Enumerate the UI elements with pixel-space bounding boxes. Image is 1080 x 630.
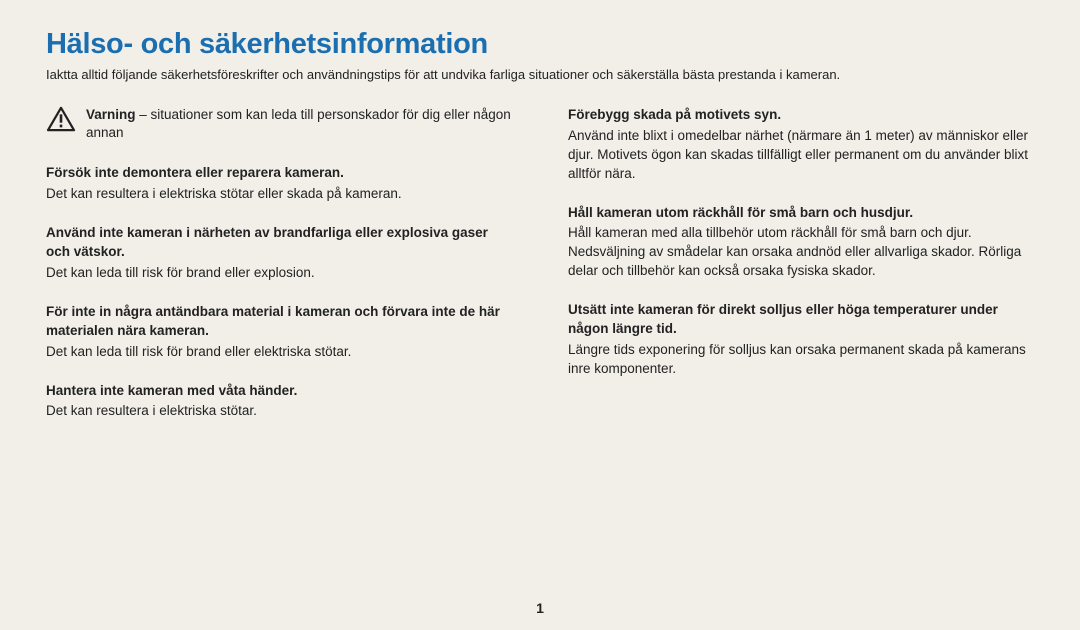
block-body: Längre tids exponering för solljus kan o… <box>568 341 1034 379</box>
block-body: Det kan resultera i elektriska stötar el… <box>46 185 512 204</box>
page-number: 1 <box>0 600 1080 616</box>
left-column: Varning – situationer som kan leda till … <box>46 106 512 441</box>
safety-block: Försök inte demontera eller reparera kam… <box>46 164 512 204</box>
safety-block: För inte in några antändbara material i … <box>46 303 512 362</box>
block-heading: Håll kameran utom räckhåll för små barn … <box>568 204 1034 223</box>
safety-block: Utsätt inte kameran för direkt solljus e… <box>568 301 1034 379</box>
warning-banner: Varning – situationer som kan leda till … <box>46 106 512 142</box>
block-heading: Utsätt inte kameran för direkt solljus e… <box>568 301 1034 339</box>
block-heading: Förebygg skada på motivets syn. <box>568 106 1034 125</box>
safety-block: Håll kameran utom räckhåll för små barn … <box>568 204 1034 282</box>
warning-label: Varning <box>86 107 136 122</box>
block-body: Håll kameran med alla tillbehör utom räc… <box>568 224 1034 281</box>
content-columns: Varning – situationer som kan leda till … <box>46 106 1034 441</box>
warning-triangle-icon <box>46 106 76 132</box>
right-column: Förebygg skada på motivets syn. Använd i… <box>568 106 1034 441</box>
block-heading: För inte in några antändbara material i … <box>46 303 512 341</box>
block-body: Det kan leda till risk för brand eller e… <box>46 264 512 283</box>
block-body: Använd inte blixt i omedelbar närhet (nä… <box>568 127 1034 184</box>
intro-text: Iaktta alltid följande säkerhetsföreskri… <box>46 67 1034 82</box>
safety-block: Använd inte kameran i närheten av brandf… <box>46 224 512 283</box>
safety-block: Hantera inte kameran med våta händer. De… <box>46 382 512 422</box>
warning-text: Varning – situationer som kan leda till … <box>86 106 512 142</box>
block-heading: Hantera inte kameran med våta händer. <box>46 382 512 401</box>
safety-block: Förebygg skada på motivets syn. Använd i… <box>568 106 1034 184</box>
block-body: Det kan resultera i elektriska stötar. <box>46 402 512 421</box>
block-heading: Använd inte kameran i närheten av brandf… <box>46 224 512 262</box>
block-body: Det kan leda till risk för brand eller e… <box>46 343 512 362</box>
block-heading: Försök inte demontera eller reparera kam… <box>46 164 512 183</box>
warning-desc: – situationer som kan leda till personsk… <box>86 107 511 140</box>
page-title: Hälso- och säkerhetsinformation <box>46 28 1034 61</box>
